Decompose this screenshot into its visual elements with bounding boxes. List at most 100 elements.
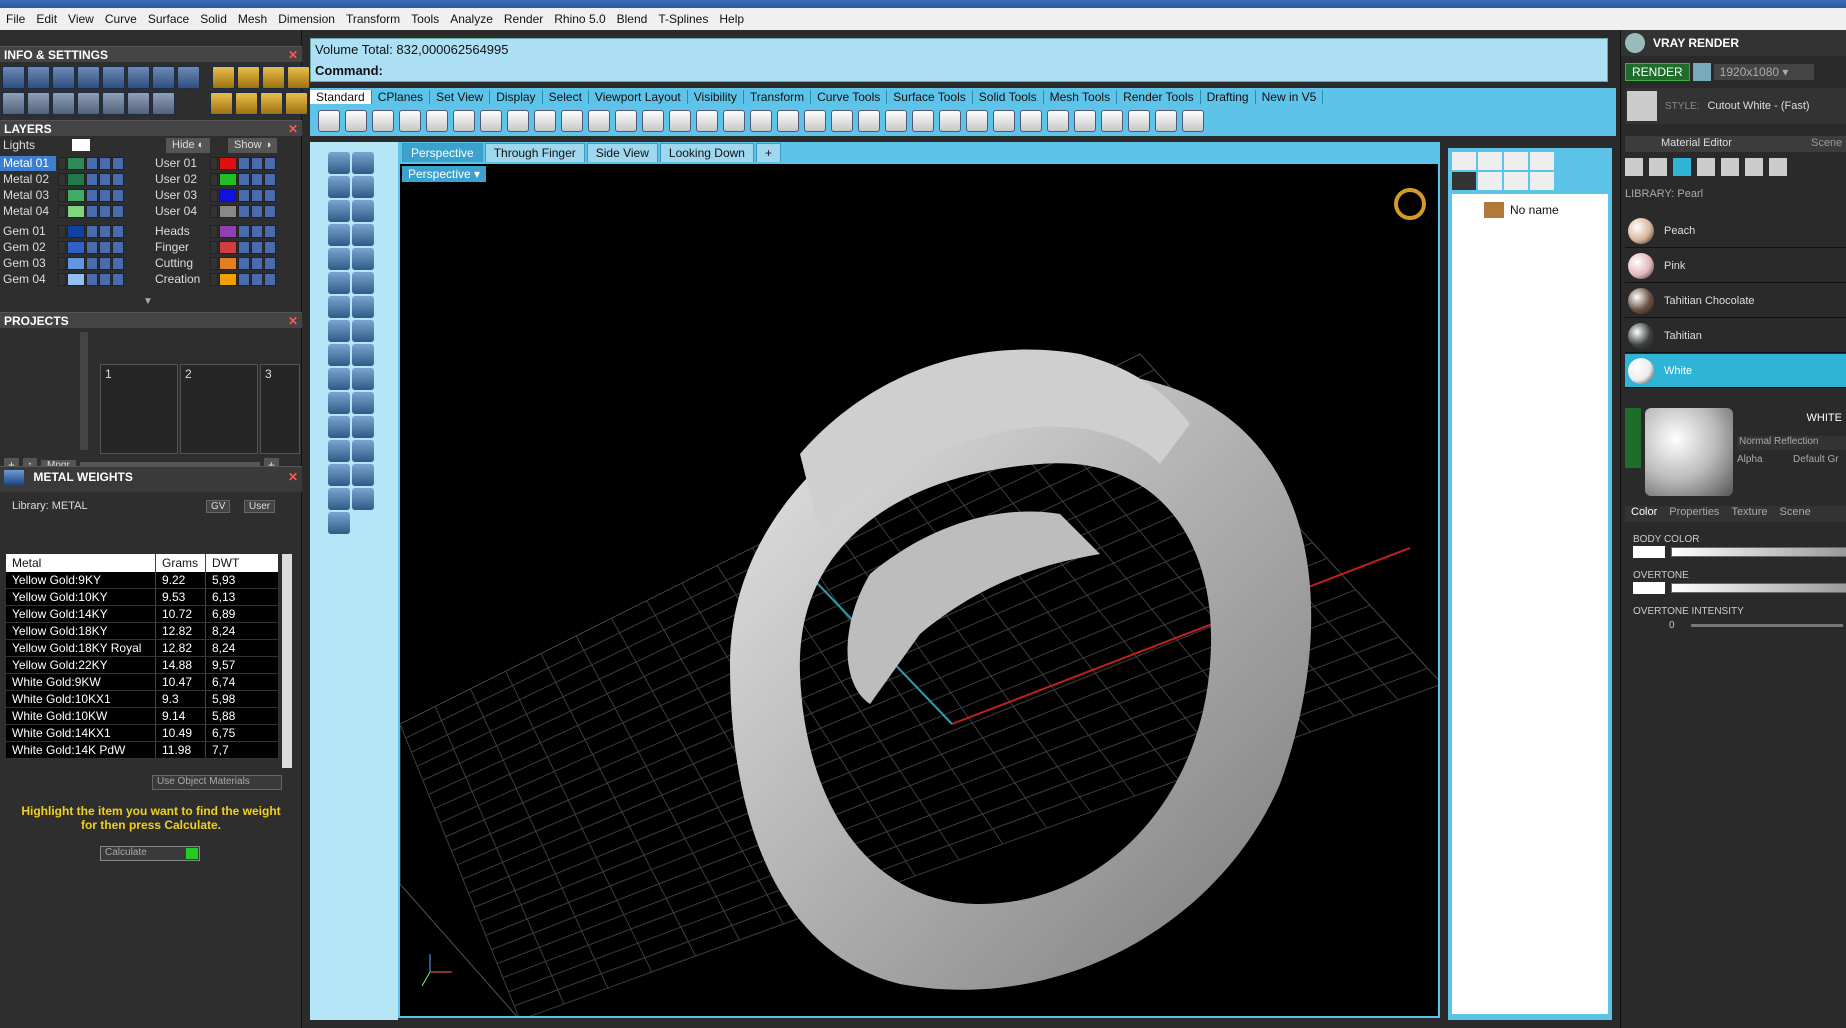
car-icon[interactable] xyxy=(777,110,799,132)
layer-row[interactable]: Gem 02 xyxy=(0,240,146,255)
mirror-icon[interactable] xyxy=(352,416,374,438)
add-viewport-icon[interactable]: + xyxy=(755,143,781,162)
edit-icon[interactable] xyxy=(127,66,150,89)
clock-icon[interactable] xyxy=(1504,172,1528,190)
lock-icon[interactable] xyxy=(86,241,98,254)
layer-color-swatch[interactable] xyxy=(219,241,237,254)
move-icon[interactable] xyxy=(588,110,610,132)
column-header-metal[interactable]: Metal xyxy=(6,554,156,572)
toolbar-tab[interactable]: Drafting xyxy=(1201,90,1256,104)
layer-color-swatch[interactable] xyxy=(67,225,85,238)
pearl-icon[interactable] xyxy=(1673,158,1691,176)
layer-color-swatch[interactable] xyxy=(67,205,85,218)
zoom-window-icon[interactable] xyxy=(642,110,664,132)
layers-icon[interactable] xyxy=(52,66,75,89)
close-icon[interactable]: ✕ xyxy=(288,47,298,63)
render-icon[interactable] xyxy=(112,257,124,270)
lock-icon[interactable] xyxy=(86,257,98,270)
table-row[interactable]: Yellow Gold:22KY 14.88 9,57 xyxy=(6,657,278,674)
network-icon[interactable] xyxy=(77,92,100,115)
open-icon[interactable] xyxy=(345,110,367,132)
render-icon[interactable] xyxy=(112,225,124,238)
viewport-tab[interactable]: Through Finger xyxy=(484,143,585,162)
layer-color-swatch[interactable] xyxy=(219,225,237,238)
array-icon[interactable] xyxy=(328,440,350,462)
visibility-icon[interactable] xyxy=(251,257,263,270)
table-row[interactable]: White Gold:14K PdW 11.98 7,7 xyxy=(6,742,278,759)
toolbar-tab[interactable]: CPlanes xyxy=(372,90,431,104)
toolbar-tab[interactable]: Standard xyxy=(310,90,372,104)
expand-icon[interactable] xyxy=(58,257,66,270)
close-icon[interactable]: ✕ xyxy=(288,121,298,137)
toolbar-tab[interactable]: Surface Tools xyxy=(887,90,973,104)
lock-icon[interactable] xyxy=(238,173,250,186)
visibility-icon[interactable] xyxy=(251,273,263,286)
visibility-icon[interactable] xyxy=(99,273,111,286)
lock-icon[interactable] xyxy=(86,189,98,202)
cylinder-icon[interactable] xyxy=(352,320,374,342)
pan-icon[interactable] xyxy=(561,110,583,132)
surface-icon[interactable] xyxy=(328,344,350,366)
check-icon[interactable] xyxy=(328,488,350,510)
menu-help[interactable]: Help xyxy=(719,12,744,26)
render-icon[interactable] xyxy=(112,189,124,202)
intensity-slider[interactable] xyxy=(1691,624,1843,627)
overtone-swatch[interactable] xyxy=(1633,582,1665,594)
group-icon[interactable] xyxy=(352,464,374,486)
layer-row[interactable]: Cutting xyxy=(152,256,298,271)
snap-icon[interactable] xyxy=(804,110,826,132)
visibility-icon[interactable] xyxy=(251,205,263,218)
table-row[interactable]: White Gold:10KX1 9.3 5,98 xyxy=(6,691,278,708)
monitor-icon[interactable] xyxy=(27,92,50,115)
expand-icon[interactable] xyxy=(210,205,218,218)
table-row[interactable]: White Gold:9KW 10.47 6,74 xyxy=(6,674,278,691)
visibility-icon[interactable] xyxy=(99,241,111,254)
menu-blend[interactable]: Blend xyxy=(617,12,648,26)
reflection-select[interactable]: Normal Reflection xyxy=(1737,436,1846,450)
render-sphere-icon[interactable] xyxy=(1047,110,1069,132)
drop-icon[interactable] xyxy=(1625,158,1643,176)
toolbar-tab[interactable]: Mesh Tools xyxy=(1044,90,1118,104)
layer-row[interactable]: Gem 03 xyxy=(0,256,146,271)
offset-icon[interactable] xyxy=(328,416,350,438)
join-icon[interactable] xyxy=(352,368,374,390)
rotate-icon[interactable] xyxy=(723,110,745,132)
table-row[interactable]: Yellow Gold:14KY 10.72 6,89 xyxy=(6,606,278,623)
osnap-icon[interactable] xyxy=(831,110,853,132)
tool-icon[interactable] xyxy=(328,368,350,390)
menu-view[interactable]: View xyxy=(68,12,94,26)
metal-icon[interactable] xyxy=(1697,158,1715,176)
render-icon[interactable] xyxy=(112,205,124,218)
monitor-icon[interactable] xyxy=(1504,152,1528,170)
ellipse-icon[interactable] xyxy=(328,224,350,246)
help-icon[interactable] xyxy=(1530,152,1554,170)
expand-icon[interactable] xyxy=(210,157,218,170)
expand-icon[interactable] xyxy=(58,225,66,238)
scene-subtab[interactable]: Scene xyxy=(1780,506,1811,522)
visibility-icon[interactable] xyxy=(99,225,111,238)
dimension-icon[interactable] xyxy=(1155,110,1177,132)
frame-alt-icon[interactable] xyxy=(262,66,285,89)
setting-gem-icon[interactable] xyxy=(235,92,258,115)
layer-row[interactable]: Gem 04 xyxy=(0,272,146,287)
material-item[interactable]: Pink xyxy=(1625,249,1846,283)
boolean-icon[interactable] xyxy=(328,392,350,414)
render-icon[interactable] xyxy=(264,189,276,202)
menu-tools[interactable]: Tools xyxy=(411,12,439,26)
layer-color-swatch[interactable] xyxy=(67,157,85,170)
prong-icon[interactable] xyxy=(260,92,283,115)
command-prompt[interactable]: Command: xyxy=(315,63,383,78)
visibility-icon[interactable] xyxy=(99,173,111,186)
layer-row[interactable]: User 03 xyxy=(152,188,298,203)
light-icon[interactable] xyxy=(212,66,235,89)
pattern-icon[interactable] xyxy=(1745,158,1763,176)
gumball-icon[interactable] xyxy=(858,110,880,132)
lock-icon[interactable] xyxy=(86,273,98,286)
table-row[interactable]: Yellow Gold:10KY 9.53 6,13 xyxy=(6,589,278,606)
material-editor-tab[interactable]: Material Editor xyxy=(1661,137,1732,149)
menu-rhino[interactable]: Rhino 5.0 xyxy=(554,12,605,26)
hide-button[interactable]: Hide ◐ xyxy=(166,138,211,153)
toolbar-tab[interactable]: Render Tools xyxy=(1117,90,1201,104)
curve-icon[interactable] xyxy=(328,200,350,222)
viewport-label[interactable]: Perspective ▾ xyxy=(402,166,487,182)
